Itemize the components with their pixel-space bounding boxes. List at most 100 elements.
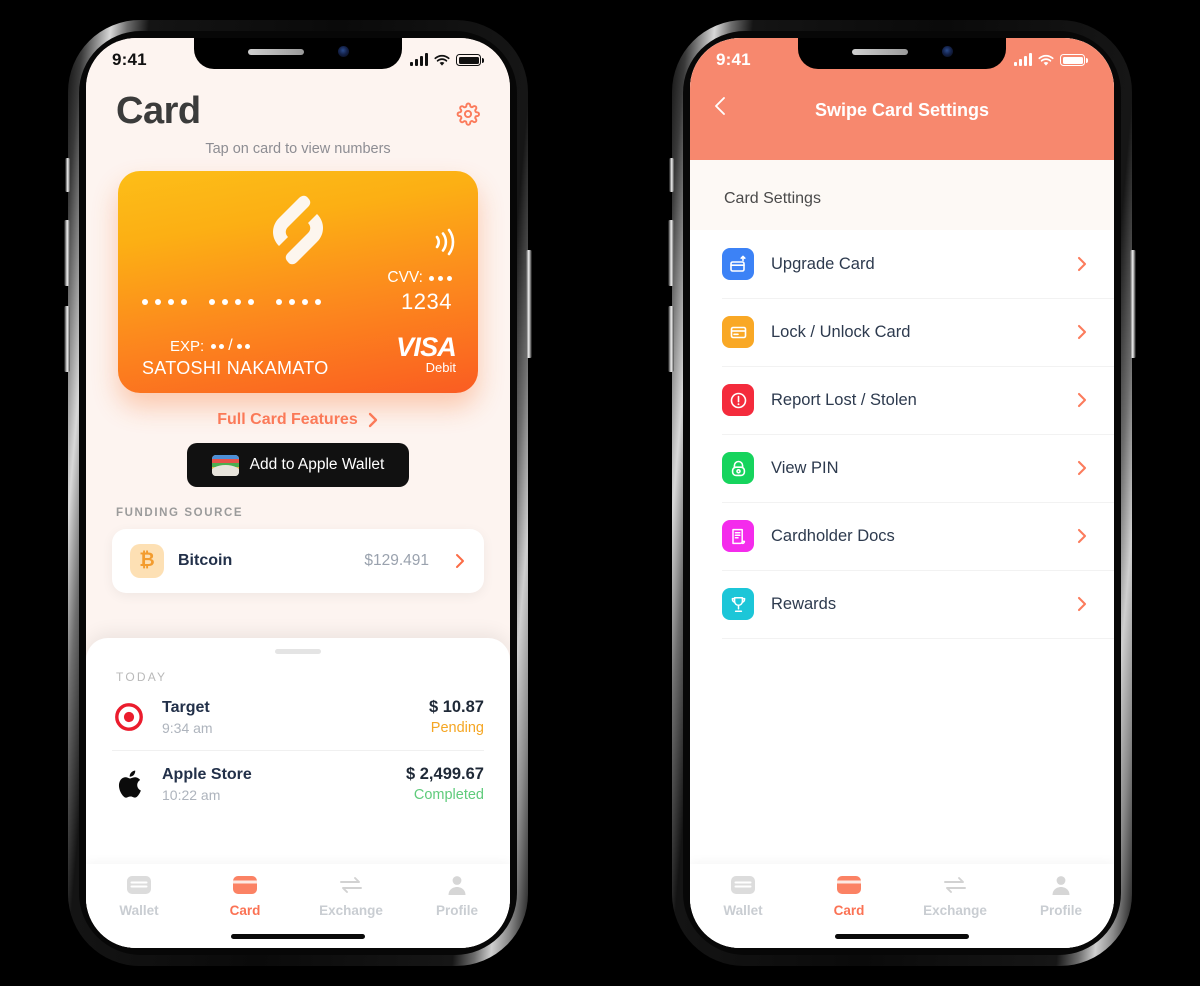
tab-profile[interactable]: Profile <box>1008 874 1114 918</box>
list-item[interactable]: Lock / Unlock Card <box>690 298 1114 366</box>
transaction-time: 10:22 am <box>162 786 221 803</box>
status-time: 9:41 <box>716 50 751 69</box>
section-header: Card Settings <box>690 160 1114 230</box>
card-number-masked <box>142 299 321 305</box>
trophy-icon <box>722 588 754 620</box>
exp-label: EXP: <box>170 337 205 355</box>
screen-right: 9:41 Swipe Card Settings Card Settings U… <box>690 38 1114 948</box>
profile-icon <box>448 876 466 895</box>
tab-profile[interactable]: Profile <box>404 874 510 918</box>
nav-title: Swipe Card Settings <box>814 100 990 120</box>
table-row[interactable]: Apple Store 10:22 am $ 2,499.67 Complete… <box>112 750 484 817</box>
chevron-right-icon <box>1077 460 1087 476</box>
tab-exchange[interactable]: Exchange <box>298 874 404 918</box>
target-logo-icon <box>112 703 146 731</box>
funding-source-amount: $129.491 <box>364 552 429 569</box>
tab-card[interactable]: Card <box>192 874 298 918</box>
tab-label: Card <box>229 903 261 918</box>
upgrade-card-icon <box>722 248 754 280</box>
exp-masked: / <box>211 337 250 355</box>
cellular-bars-icon <box>410 53 428 66</box>
battery-full-icon <box>456 54 484 66</box>
list-item[interactable]: Upgrade Card <box>690 230 1114 298</box>
card-expiry: EXP: / <box>170 337 250 355</box>
credit-card[interactable]: CVV: 1234 EXP: / SATOSHI NAKAMATO VISA D… <box>118 171 478 393</box>
gear-icon[interactable] <box>456 102 480 126</box>
power-button[interactable] <box>526 250 532 358</box>
list-item[interactable]: View PIN <box>690 434 1114 502</box>
notch <box>194 38 402 69</box>
home-indicator[interactable] <box>231 934 365 939</box>
tab-card[interactable]: Card <box>796 874 902 918</box>
credit-card-icon <box>722 316 754 348</box>
status-badge: Completed <box>413 787 484 803</box>
phone-right: 9:41 Swipe Card Settings Card Settings U… <box>668 20 1136 966</box>
screenshot-canvas: 9:41 Card Tap on card to view numbers CV… <box>0 0 1200 986</box>
list-item-label: Upgrade Card <box>771 254 875 273</box>
earpiece-speaker-icon <box>851 48 908 55</box>
list-item[interactable]: Cardholder Docs <box>690 502 1114 570</box>
chevron-right-icon <box>1077 324 1087 340</box>
apple-logo-icon <box>112 769 146 799</box>
apple-wallet-icon <box>211 454 239 476</box>
status-badge: Pending <box>430 720 484 736</box>
tab-label: Card <box>833 903 865 918</box>
chevron-right-icon <box>1077 256 1087 272</box>
chevron-right-icon <box>368 412 377 428</box>
volume-down-button[interactable] <box>64 306 70 372</box>
transaction-amount: $ 10.87 <box>428 698 484 716</box>
tab-wallet[interactable]: Wallet <box>86 874 192 918</box>
sheet-grab-handle[interactable] <box>275 649 321 654</box>
chevron-right-icon <box>1077 528 1087 544</box>
merchant-name: Target <box>162 698 210 716</box>
funding-source-row[interactable]: ₿ Bitcoin $129.491 <box>112 529 484 593</box>
document-icon <box>722 520 754 552</box>
full-card-features-link[interactable]: Full Card Features <box>86 411 510 429</box>
tab-label: Profile <box>435 903 478 918</box>
list-item[interactable]: Report Lost / Stolen <box>690 366 1114 434</box>
wifi-icon <box>434 54 450 66</box>
tab-label: Profile <box>1039 903 1082 918</box>
bitcoin-symbol: ₿ <box>139 550 155 571</box>
list-divider <box>722 638 1114 639</box>
tab-label: Wallet <box>723 903 763 918</box>
list-item-label: Lock / Unlock Card <box>771 322 911 341</box>
lock-icon <box>722 452 754 484</box>
tab-label: Exchange <box>923 903 987 918</box>
volume-up-button[interactable] <box>64 220 70 286</box>
battery-full-icon <box>1060 54 1088 66</box>
table-row[interactable]: Target 9:34 am $ 10.87 Pending <box>86 684 510 750</box>
card-cvv-block: CVV: 1234 <box>387 269 452 315</box>
front-camera-icon <box>941 46 953 57</box>
cvv-label: CVV: <box>387 269 423 286</box>
chevron-right-icon <box>456 554 464 568</box>
exchange-icon <box>944 877 966 893</box>
chevron-right-icon <box>1077 596 1087 612</box>
volume-down-button[interactable] <box>668 306 674 372</box>
tab-wallet[interactable]: Wallet <box>690 874 796 918</box>
status-time: 9:41 <box>112 50 147 69</box>
visa-wordmark: VISA <box>396 332 457 362</box>
exchange-icon <box>340 877 362 893</box>
card-subtitle: Tap on card to view numbers <box>205 141 391 157</box>
earpiece-speaker-icon <box>247 48 304 55</box>
funding-source-section-label: FUNDING SOURCE <box>116 507 244 519</box>
transactions-sheet: TODAY Target 9:34 am $ 10.87 Pending App… <box>86 638 510 864</box>
front-camera-icon <box>337 46 349 57</box>
home-indicator[interactable] <box>835 934 969 939</box>
list-item-label: View PIN <box>771 458 839 477</box>
list-item[interactable]: Rewards <box>690 570 1114 638</box>
mute-switch-button[interactable] <box>65 158 70 192</box>
cardholder-name: SATOSHI NAKAMATO <box>142 358 329 378</box>
volume-up-button[interactable] <box>668 220 674 286</box>
tab-exchange[interactable]: Exchange <box>902 874 1008 918</box>
power-button[interactable] <box>1130 250 1136 358</box>
funding-source-name: Bitcoin <box>178 552 233 569</box>
notch <box>798 38 1006 69</box>
mute-switch-button[interactable] <box>669 158 674 192</box>
tab-label: Exchange <box>319 903 383 918</box>
transactions-section-label: TODAY <box>116 670 168 684</box>
cvv-masked <box>429 275 452 281</box>
tab-label: Wallet <box>119 903 159 918</box>
add-to-apple-wallet-button[interactable]: Add to Apple Wallet <box>187 443 409 487</box>
